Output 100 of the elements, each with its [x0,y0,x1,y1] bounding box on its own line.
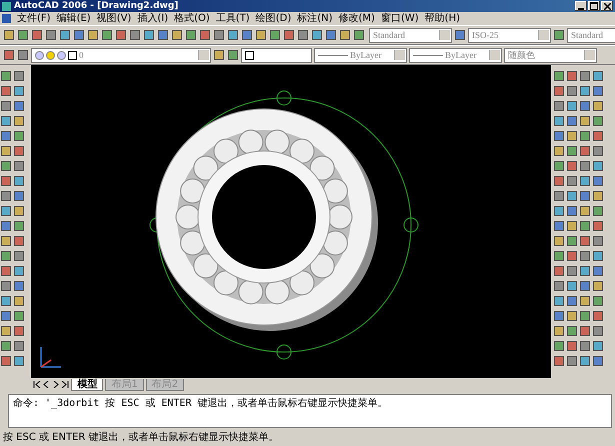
menu-item[interactable]: 修改(M) [338,12,375,24]
tool-icon[interactable] [3,28,15,42]
tool-icon[interactable] [213,28,225,42]
close-icon[interactable] [601,1,613,11]
tool-icon[interactable] [592,129,604,142]
tool-icon[interactable] [579,69,592,82]
tool-icon[interactable] [0,219,12,232]
tool-icon[interactable] [59,28,71,42]
tool-icon[interactable] [579,114,592,127]
tool-icon[interactable] [13,99,25,112]
tool-icon[interactable] [0,234,12,247]
tool-icon[interactable] [579,264,592,277]
tool-icon[interactable] [553,324,566,337]
tool-icon[interactable] [0,354,12,367]
tool-icon[interactable] [185,28,197,42]
tool-icon[interactable] [129,28,141,42]
tool-icon[interactable] [255,28,267,42]
tool-icon[interactable] [311,28,323,42]
tool-icon[interactable] [157,28,169,42]
tool-icon[interactable] [592,204,604,217]
tool-icon[interactable] [592,69,604,82]
tool-icon[interactable] [592,264,604,277]
layer-dropdown[interactable]: 0 [31,48,211,62]
menu-item[interactable]: 编辑(E) [56,12,91,24]
tool-icon[interactable] [553,99,566,112]
plot-style-dropdown[interactable]: 随颜色 [504,48,597,62]
tool-icon[interactable] [592,159,604,172]
dimension-style-dropdown[interactable]: ISO-25 [468,28,551,42]
tool-icon[interactable] [566,219,578,232]
tool-icon[interactable] [13,189,25,202]
tool-icon[interactable] [592,309,604,322]
tool-icon[interactable] [566,294,578,307]
tool-icon[interactable] [13,159,25,172]
tool-icon[interactable] [13,144,25,157]
tool-icon[interactable] [13,69,25,82]
tool-icon[interactable] [553,294,566,307]
tool-icon[interactable] [0,84,12,97]
tool-icon[interactable] [199,28,211,42]
tool-icon[interactable] [566,309,578,322]
tool-icon[interactable] [592,144,604,157]
tool-icon[interactable] [0,204,12,217]
tool-icon[interactable] [592,294,604,307]
tool-icon[interactable] [269,28,281,42]
tool-icon[interactable] [553,69,566,82]
tool-icon[interactable] [213,48,225,62]
tool-icon[interactable] [283,28,295,42]
tool-icon[interactable] [13,324,25,337]
tool-icon[interactable] [73,28,85,42]
tool-icon[interactable] [592,189,604,202]
tool-icon[interactable] [17,48,29,62]
minimize-icon[interactable] [575,1,587,11]
tool-icon[interactable] [579,249,592,262]
drawing-canvas[interactable] [31,65,552,378]
tool-icon[interactable] [0,189,12,202]
tool-icon[interactable] [566,129,578,142]
tool-icon[interactable] [579,354,592,367]
tool-icon[interactable] [566,99,578,112]
tool-icon[interactable] [13,249,25,262]
tool-icon[interactable] [579,324,592,337]
table-style-icon[interactable] [553,28,565,42]
menu-item[interactable]: 帮助(H) [424,12,460,24]
tool-icon[interactable] [579,189,592,202]
tool-icon[interactable] [13,129,25,142]
command-window[interactable]: 命令: '_3dorbit 按 ESC 或 ENTER 键退出，或者单击鼠标右键显示快捷菜单。 [8,394,612,428]
tool-icon[interactable] [0,69,12,82]
tool-icon[interactable] [553,354,566,367]
tool-icon[interactable] [579,174,592,187]
tool-icon[interactable] [592,324,604,337]
tool-icon[interactable] [566,264,578,277]
tool-icon[interactable] [13,114,25,127]
tool-icon[interactable] [553,159,566,172]
tool-icon[interactable] [297,28,309,42]
tool-icon[interactable] [13,339,25,352]
tool-icon[interactable] [579,204,592,217]
tool-icon[interactable] [101,28,113,42]
tool-icon[interactable] [553,144,566,157]
tool-icon[interactable] [0,129,12,142]
tool-icon[interactable] [579,279,592,292]
tool-icon[interactable] [579,234,592,247]
tool-icon[interactable] [566,234,578,247]
menu-item[interactable]: 工具(T) [216,12,250,24]
tool-icon[interactable] [592,249,604,262]
tool-icon[interactable] [0,174,12,187]
tool-icon[interactable] [227,28,239,42]
menu-item[interactable]: 标注(N) [297,12,333,24]
tool-icon[interactable] [592,84,604,97]
tool-icon[interactable] [13,204,25,217]
tool-icon[interactable] [227,48,239,62]
tool-icon[interactable] [566,144,578,157]
tool-icon[interactable] [579,339,592,352]
tool-icon[interactable] [566,69,578,82]
tool-icon[interactable] [579,144,592,157]
tool-icon[interactable] [0,279,12,292]
tool-icon[interactable] [3,48,15,62]
menu-item[interactable]: 绘图(D) [256,12,292,24]
tool-icon[interactable] [566,204,578,217]
tool-icon[interactable] [553,279,566,292]
tool-icon[interactable] [566,114,578,127]
tool-icon[interactable] [0,144,12,157]
tool-icon[interactable] [17,28,29,42]
